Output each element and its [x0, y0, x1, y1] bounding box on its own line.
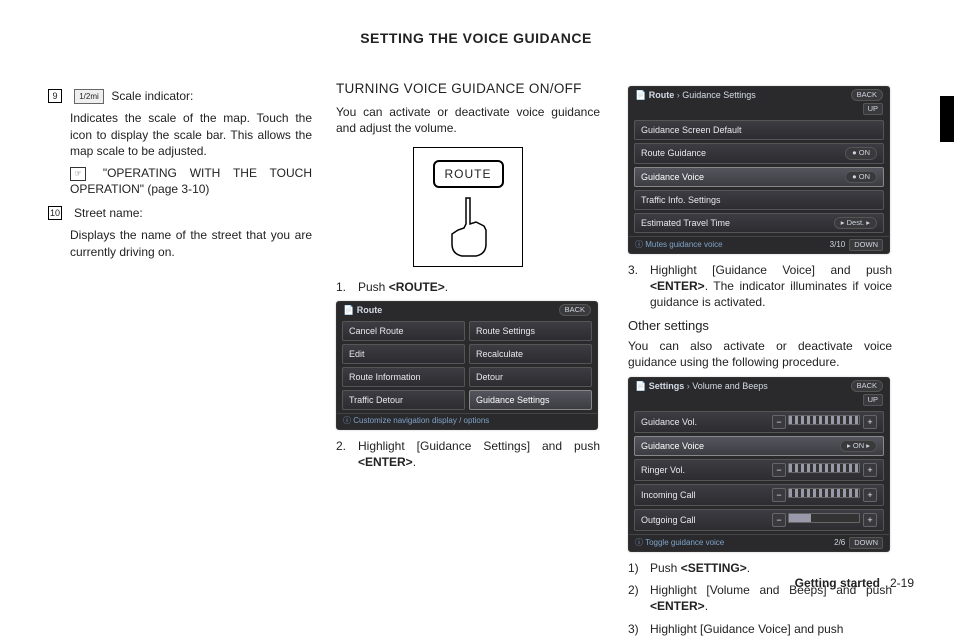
setting-row-guidance-voice[interactable]: Guidance Voice● ON	[634, 167, 884, 187]
breadcrumb: 📄 Route › Guidance Settings	[635, 89, 756, 101]
page-indicator: 2/6	[834, 538, 845, 549]
volume-slider	[788, 415, 860, 425]
scale-indicator-icon: 1/2mi	[74, 89, 104, 104]
route-button-label: ROUTE	[433, 160, 504, 188]
volume-slider	[788, 463, 860, 473]
back-button[interactable]: BACK	[559, 304, 591, 316]
footer-hint: ⓘ Customize navigation display / options	[343, 416, 489, 427]
plus-icon: +	[863, 463, 877, 477]
footer-hint: ⓘ Mutes guidance voice	[635, 240, 723, 251]
legend-number-box: 9	[48, 89, 62, 103]
menu-item[interactable]: Route Information	[342, 367, 465, 387]
other-settings-head: Other settings	[628, 317, 892, 335]
other-step-3: 3) Highlight [Guidance Voice] and push	[628, 621, 892, 637]
page-indicator: 3/10	[830, 240, 846, 251]
breadcrumb: 📄 Route	[343, 304, 382, 316]
toggle-indicator: ● ON	[845, 147, 877, 159]
step-3: 3. Highlight [Guidance Voice] and push <…	[628, 262, 892, 311]
minus-icon: −	[772, 513, 786, 527]
volume-slider	[788, 513, 860, 523]
section-tab	[940, 96, 954, 142]
volume-beeps-screenshot: 📄 Settings › Volume and Beeps BACK UP Gu…	[628, 377, 890, 553]
page-title: SETTING THE VOICE GUIDANCE	[336, 30, 616, 46]
toggle-indicator: ▸ ON ▸	[840, 440, 877, 452]
menu-item[interactable]: Recalculate	[469, 344, 592, 364]
column-middle: TURNING VOICE GUIDANCE ON/OFF You can ac…	[336, 80, 600, 477]
menu-item[interactable]: Route Settings	[469, 321, 592, 341]
down-button[interactable]: DOWN	[849, 537, 883, 549]
legend-body: Displays the name of the street that you…	[70, 227, 312, 259]
setting-row[interactable]: Estimated Travel Time▸ Dest. ▸	[634, 213, 884, 233]
column-left: 9 1/2mi Scale indicator: Indicates the s…	[48, 88, 312, 266]
legend-label: Street name:	[74, 205, 312, 221]
down-button[interactable]: DOWN	[849, 239, 883, 251]
menu-item[interactable]: Traffic Detour	[342, 390, 465, 410]
route-button-illustration: ROUTE	[413, 147, 523, 267]
column-right: 📄 Route › Guidance Settings BACK UP Guid…	[628, 80, 892, 643]
guidance-settings-screenshot: 📄 Route › Guidance Settings BACK UP Guid…	[628, 86, 890, 254]
plus-icon: +	[863, 415, 877, 429]
back-button[interactable]: BACK	[851, 89, 883, 101]
reference-icon: ☞	[70, 167, 86, 181]
legend-item-10: 10 Street name:	[48, 205, 312, 221]
other-step-1: 1) Push <SETTING>.	[628, 560, 892, 576]
menu-item[interactable]: Cancel Route	[342, 321, 465, 341]
breadcrumb: 📄 Settings › Volume and Beeps	[635, 380, 768, 392]
setting-row[interactable]: Ringer Vol.− +	[634, 459, 884, 481]
pointing-hand-icon	[444, 196, 492, 258]
section-intro: You can activate or deactivate voice gui…	[336, 104, 600, 136]
menu-item[interactable]: Detour	[469, 367, 592, 387]
setting-row[interactable]: Guidance Screen Default	[634, 120, 884, 140]
up-button[interactable]: UP	[863, 103, 883, 115]
minus-icon: −	[772, 415, 786, 429]
setting-row-guidance-voice[interactable]: Guidance Voice▸ ON ▸	[634, 436, 884, 456]
step-2: 2. Highlight [Guidance Settings] and pus…	[336, 438, 600, 470]
minus-icon: −	[772, 488, 786, 502]
setting-row[interactable]: Traffic Info. Settings	[634, 190, 884, 210]
other-settings-intro: You can also activate or deactivate voic…	[628, 338, 892, 370]
legend-ref: ☞ "OPERATING WITH THE TOUCH OPERATION" (…	[70, 165, 312, 197]
legend-number-box: 10	[48, 206, 62, 220]
menu-item-guidance-settings[interactable]: Guidance Settings	[469, 390, 592, 410]
page-footer: Getting started 2-19	[795, 576, 914, 590]
step-1: 1. Push <ROUTE>.	[336, 279, 600, 295]
section-subhead: TURNING VOICE GUIDANCE ON/OFF	[336, 80, 600, 98]
route-menu-screenshot: 📄 Route BACK Cancel Route Route Settings…	[336, 301, 598, 431]
legend-body: Indicates the scale of the map. Touch th…	[70, 110, 312, 159]
up-button[interactable]: UP	[863, 394, 883, 406]
back-button[interactable]: BACK	[851, 380, 883, 392]
setting-row[interactable]: Incoming Call− +	[634, 484, 884, 506]
menu-item[interactable]: Edit	[342, 344, 465, 364]
minus-icon: −	[772, 463, 786, 477]
plus-icon: +	[863, 488, 877, 502]
footer-hint: ⓘ Toggle guidance voice	[635, 538, 724, 549]
legend-item-9: 9 1/2mi Scale indicator:	[48, 88, 312, 104]
manual-page: SETTING THE VOICE GUIDANCE 9 1/2mi Scale…	[0, 0, 954, 608]
setting-row[interactable]: Outgoing Call− +	[634, 509, 884, 531]
volume-slider	[788, 488, 860, 498]
plus-icon: +	[863, 513, 877, 527]
value-indicator: ▸ Dest. ▸	[834, 217, 877, 229]
legend-label: Scale indicator:	[111, 89, 193, 103]
setting-row[interactable]: Guidance Vol.− +	[634, 411, 884, 433]
toggle-indicator: ● ON	[845, 171, 877, 183]
setting-row[interactable]: Route Guidance● ON	[634, 143, 884, 163]
